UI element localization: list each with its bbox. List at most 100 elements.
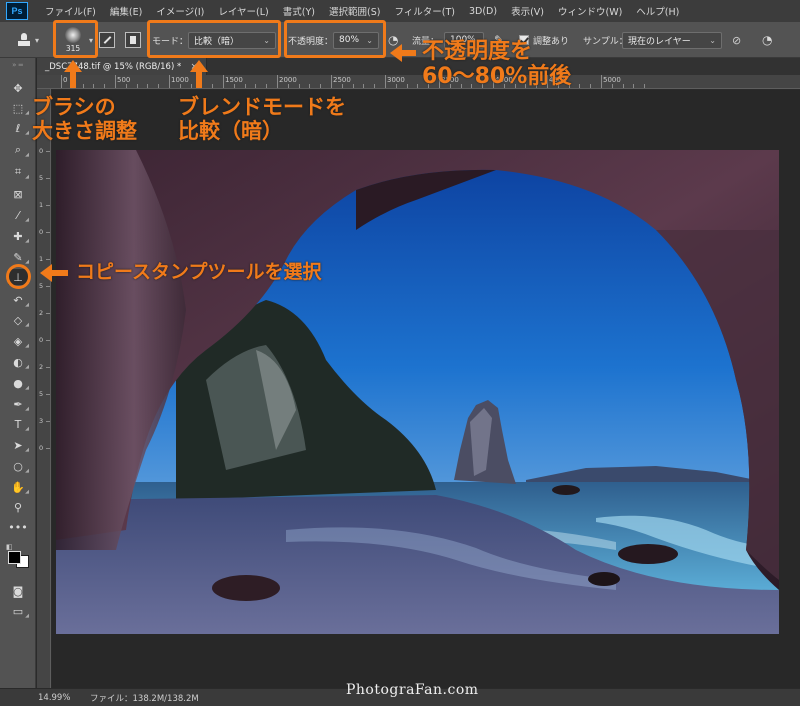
tool-preset-picker[interactable]: ▾ bbox=[16, 22, 39, 58]
sample-select[interactable]: 現在のレイヤー ⌄ bbox=[622, 22, 722, 58]
ruler-label: 1500 bbox=[225, 76, 243, 84]
chevron-down-icon: ▾ bbox=[35, 35, 40, 45]
menu-3d[interactable]: 3D(D) bbox=[462, 6, 504, 17]
ruler-label: 5 bbox=[39, 282, 44, 290]
ignore-adjustment-layers-icon[interactable]: ⊘ bbox=[732, 22, 741, 58]
ruler-minor-tick bbox=[352, 84, 354, 88]
quick-mask-icon[interactable]: ◙ bbox=[8, 583, 28, 599]
ruler-tick bbox=[46, 448, 50, 449]
watermark: PhotograFan.com bbox=[346, 682, 479, 698]
dodge-tool-icon[interactable]: ● ◢ bbox=[8, 375, 29, 392]
ruler-minor-tick bbox=[287, 84, 289, 88]
default-colors-icon[interactable]: ◧ bbox=[6, 543, 13, 551]
zoom-level[interactable]: 14.99% bbox=[0, 693, 70, 703]
crop-tool-icon[interactable]: ⌗ ◢ bbox=[8, 164, 29, 180]
foreground-color-swatch[interactable] bbox=[8, 551, 21, 564]
ruler-tick bbox=[169, 75, 170, 88]
history-brush-tool-icon[interactable]: ↶ ◢ bbox=[8, 292, 29, 309]
annotation-line: ブラシの bbox=[32, 95, 116, 119]
ruler-minor-tick bbox=[255, 84, 257, 88]
ruler-minor-tick bbox=[633, 84, 635, 88]
highlight-clone-stamp-tool bbox=[6, 264, 31, 289]
photo-sea-cave[interactable] bbox=[56, 150, 779, 634]
arrow-up-icon bbox=[190, 60, 208, 88]
highlight-brush-size bbox=[53, 20, 98, 58]
menu-image[interactable]: イメージ(I) bbox=[149, 4, 211, 18]
ruler-label: 5000 bbox=[603, 76, 621, 84]
ruler-minor-tick bbox=[147, 84, 149, 88]
ruler-label: 3 bbox=[39, 417, 44, 425]
clone-stamp-icon bbox=[16, 32, 32, 48]
brush-settings-toggle[interactable] bbox=[99, 22, 115, 58]
paint-bucket-tool-icon[interactable]: ◈ ◢ bbox=[8, 333, 29, 350]
menu-edit[interactable]: 編集(E) bbox=[103, 4, 149, 18]
menu-type[interactable]: 書式(Y) bbox=[276, 4, 322, 18]
blur-tool-icon[interactable]: ◐ ◢ bbox=[8, 354, 29, 371]
ruler-minor-tick bbox=[298, 84, 300, 88]
menu-bar: Ps ファイル(F) 編集(E) イメージ(I) レイヤー(L) 書式(Y) 選… bbox=[0, 0, 800, 22]
ruler-tick bbox=[601, 75, 602, 88]
ruler-tick bbox=[61, 75, 62, 88]
ruler-tick bbox=[331, 75, 332, 88]
horizontal-ruler: 0 500 1000 1500 2000 2500 3000 3500 4000 4500 5000 bbox=[37, 75, 800, 89]
arrow-left-icon bbox=[40, 264, 68, 282]
ruler-minor-tick bbox=[374, 84, 376, 88]
path-select-tool-icon[interactable]: ➤ ◢ bbox=[8, 437, 29, 454]
annotation-line: 比較（暗） bbox=[178, 118, 283, 143]
arrow-left-icon bbox=[390, 44, 416, 62]
menu-window[interactable]: ウィンドウ(W) bbox=[551, 4, 629, 18]
ruler-label: 3000 bbox=[387, 76, 405, 84]
ruler-label: 1 bbox=[39, 255, 44, 263]
brush-panel-icon bbox=[99, 32, 115, 48]
type-tool-icon[interactable]: T ◢ bbox=[8, 416, 29, 433]
ruler-minor-tick bbox=[579, 84, 581, 88]
ruler-tick bbox=[46, 205, 50, 206]
annotation-blend-mode: ブレンドモードを 比較（暗） bbox=[178, 95, 346, 143]
menu-file[interactable]: ファイル(F) bbox=[38, 4, 103, 18]
zoom-tool-icon[interactable]: ⚲ bbox=[8, 499, 28, 515]
ruler-label: 0 bbox=[39, 336, 44, 344]
menu-help[interactable]: ヘルプ(H) bbox=[629, 4, 686, 18]
ruler-minor-tick bbox=[233, 84, 235, 88]
annotation-clone-stamp: コピースタンプツールを選択 bbox=[76, 261, 322, 283]
marquee-tool-icon[interactable]: ⬚ ◢ bbox=[8, 100, 29, 117]
pressure-size-icon[interactable]: ◔ bbox=[762, 22, 772, 58]
eraser-tool-icon[interactable]: ◇ ◢ bbox=[8, 312, 29, 329]
healing-brush-tool-icon[interactable]: ✚ ◢ bbox=[8, 228, 29, 245]
menu-view[interactable]: 表示(V) bbox=[504, 4, 551, 18]
menu-filter[interactable]: フィルター(T) bbox=[387, 4, 462, 18]
pen-tool-icon[interactable]: ✒ ◢ bbox=[8, 396, 29, 413]
highlight-blend-mode bbox=[147, 20, 281, 58]
panel-grip-icon[interactable]: » ═ bbox=[0, 58, 35, 72]
chevron-down-icon: ⌄ bbox=[709, 35, 716, 45]
quick-select-tool-icon[interactable]: ⌕ ◢ bbox=[8, 142, 29, 158]
ruler-tick bbox=[46, 340, 50, 341]
ruler-minor-tick bbox=[622, 84, 624, 88]
move-tool-icon[interactable]: ✥ bbox=[8, 80, 28, 96]
menu-layer[interactable]: レイヤー(L) bbox=[211, 4, 275, 18]
screen-mode-icon[interactable]: ▭ ◢ bbox=[8, 603, 29, 620]
hand-tool-icon[interactable]: ✋ ◢ bbox=[8, 479, 29, 496]
ruler-label: 5 bbox=[39, 174, 44, 182]
lasso-tool-icon[interactable]: ℓ ◢ bbox=[8, 120, 29, 137]
file-size-info[interactable]: ファイル：138.2M/138.2M bbox=[90, 692, 199, 704]
ruler-minor-tick bbox=[309, 84, 311, 88]
ruler-label: 1000 bbox=[171, 76, 189, 84]
ellipse-tool-icon[interactable]: ○ ◢ bbox=[8, 458, 29, 475]
more-tools-icon[interactable]: ••• bbox=[8, 519, 28, 535]
color-swatches-icon[interactable]: ◧ bbox=[6, 543, 30, 569]
ruler-tick bbox=[46, 259, 50, 260]
ruler-minor-tick bbox=[590, 84, 592, 88]
annotation-line: 60～80%前後 bbox=[422, 63, 572, 89]
eyedropper-tool-icon[interactable]: ⁄ ◢ bbox=[8, 207, 29, 224]
annotation-opacity: 不透明度を 60～80%前後 bbox=[422, 39, 572, 89]
ruler-minor-tick bbox=[611, 84, 613, 88]
frame-tool-icon[interactable]: ⊠ bbox=[8, 186, 28, 202]
ruler-minor-tick bbox=[320, 84, 322, 88]
document-tab[interactable]: _DSC7748.tif @ 15% (RGB/16) * × bbox=[37, 58, 207, 75]
menu-select[interactable]: 選択範囲(S) bbox=[322, 4, 387, 18]
brush-tool-icon[interactable]: ✎ ◢ bbox=[8, 249, 29, 266]
clone-source-toggle[interactable] bbox=[125, 22, 141, 58]
vertical-ruler: 051015202530 bbox=[37, 89, 51, 688]
ruler-minor-tick bbox=[179, 84, 181, 88]
